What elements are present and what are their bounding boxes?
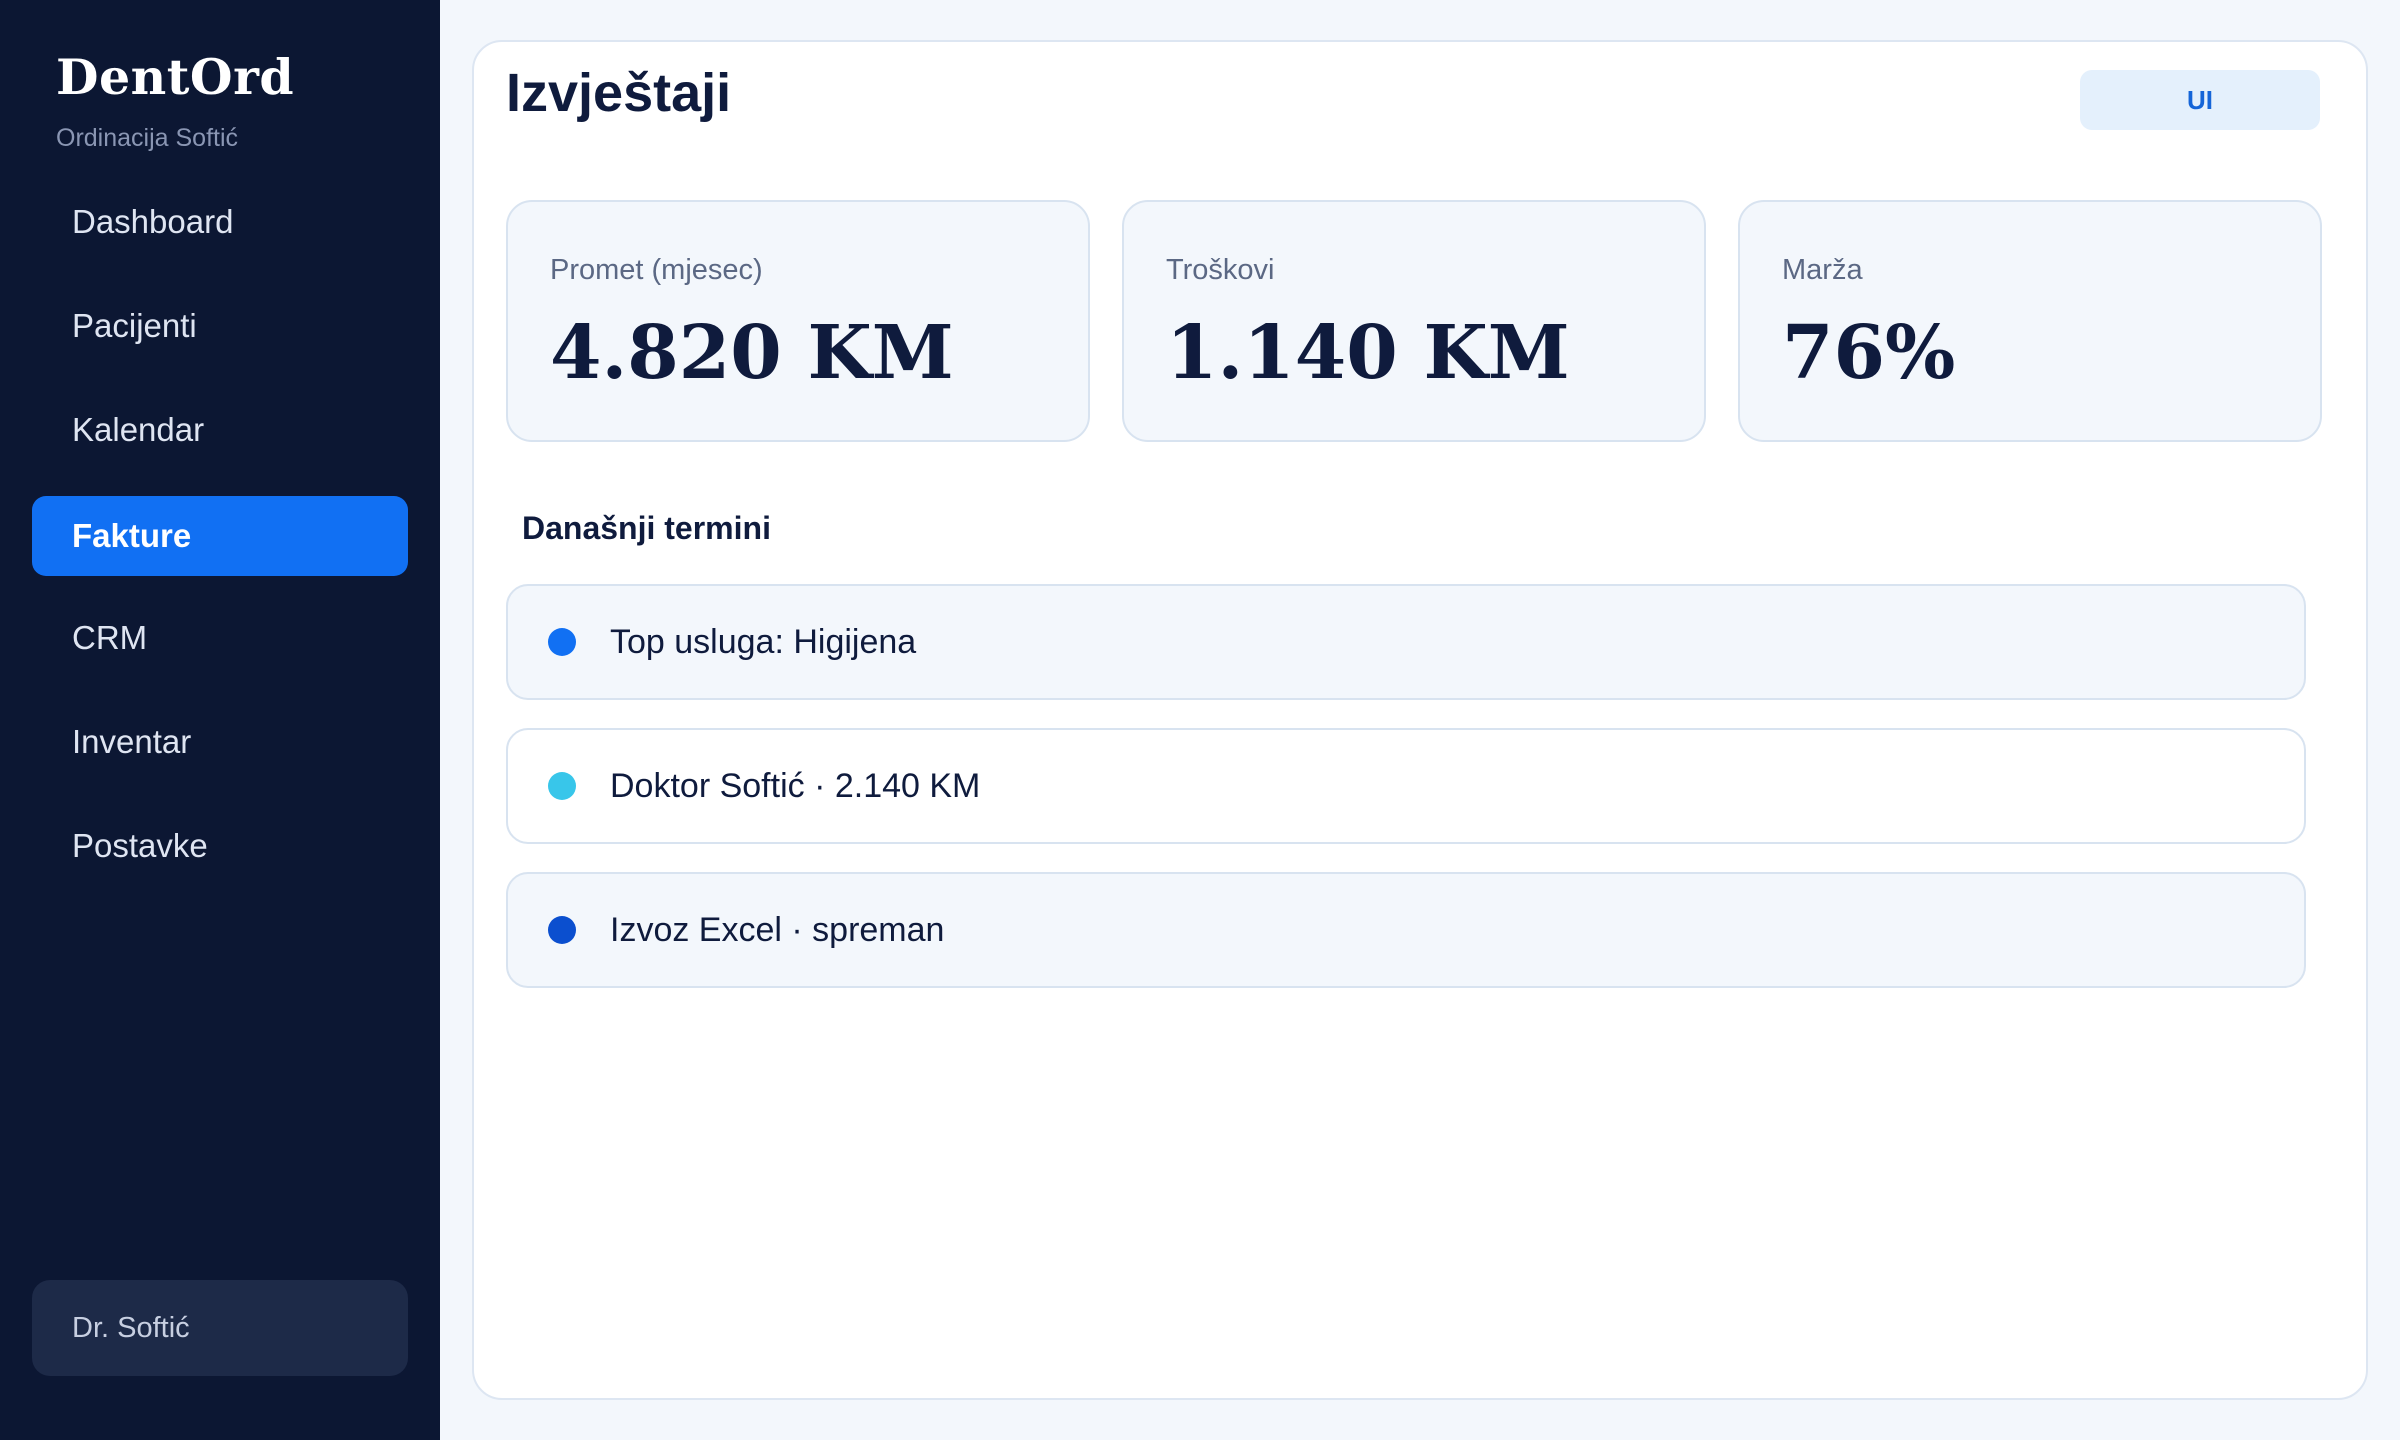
stat-label: Promet (mjesec) [550,254,763,286]
stat-label: Marža [1782,254,1863,286]
section-title-todays-appointments: Današnji termini [522,510,771,546]
clinic-name: Ordinacija Softić [56,124,239,152]
page-title: Izvještaji [506,63,732,123]
list-item[interactable]: Top usluga: Higijena [506,584,2306,700]
list-item-text: Izvoz Excel · spreman [610,910,945,949]
sidebar-item-postavke[interactable]: Postavke [32,806,408,886]
stat-card-troskovi: Troškovi 1.140 KM [1122,200,1706,442]
status-dot-icon [548,628,576,656]
user-profile-button[interactable]: Dr. Softić [32,1280,408,1376]
list-item-text: Top usluga: Higijena [610,622,917,661]
reports-panel: Izvještaji UI Promet (mjesec) 4.820 KM T… [472,40,2368,1400]
sidebar: DentOrd Ordinacija Softić Dashboard Paci… [0,0,440,1440]
stat-value: 1.140 KM [1166,310,1570,396]
stat-card-promet: Promet (mjesec) 4.820 KM [506,200,1090,442]
sidebar-item-pacijenti[interactable]: Pacijenti [32,286,408,366]
list-item[interactable]: Izvoz Excel · spreman [506,872,2306,988]
sidebar-item-dashboard[interactable]: Dashboard [32,182,408,262]
ui-toggle-button[interactable]: UI [2080,70,2320,130]
sidebar-item-kalendar[interactable]: Kalendar [32,390,408,470]
stat-value: 4.820 KM [550,310,954,396]
stat-label: Troškovi [1166,254,1275,286]
sidebar-item-inventar[interactable]: Inventar [32,702,408,782]
stat-value: 76% [1782,310,1956,396]
status-dot-icon [548,772,576,800]
app-window: DentOrd Ordinacija Softić Dashboard Paci… [0,0,2400,1440]
status-dot-icon [548,916,576,944]
sidebar-item-fakture[interactable]: Fakture [32,496,408,576]
brand-logo: DentOrd [56,48,295,106]
sidebar-item-crm[interactable]: CRM [32,598,408,678]
stat-card-marza: Marža 76% [1738,200,2322,442]
list-item[interactable]: Doktor Softić · 2.140 KM [506,728,2306,844]
list-item-text: Doktor Softić · 2.140 KM [610,766,981,805]
